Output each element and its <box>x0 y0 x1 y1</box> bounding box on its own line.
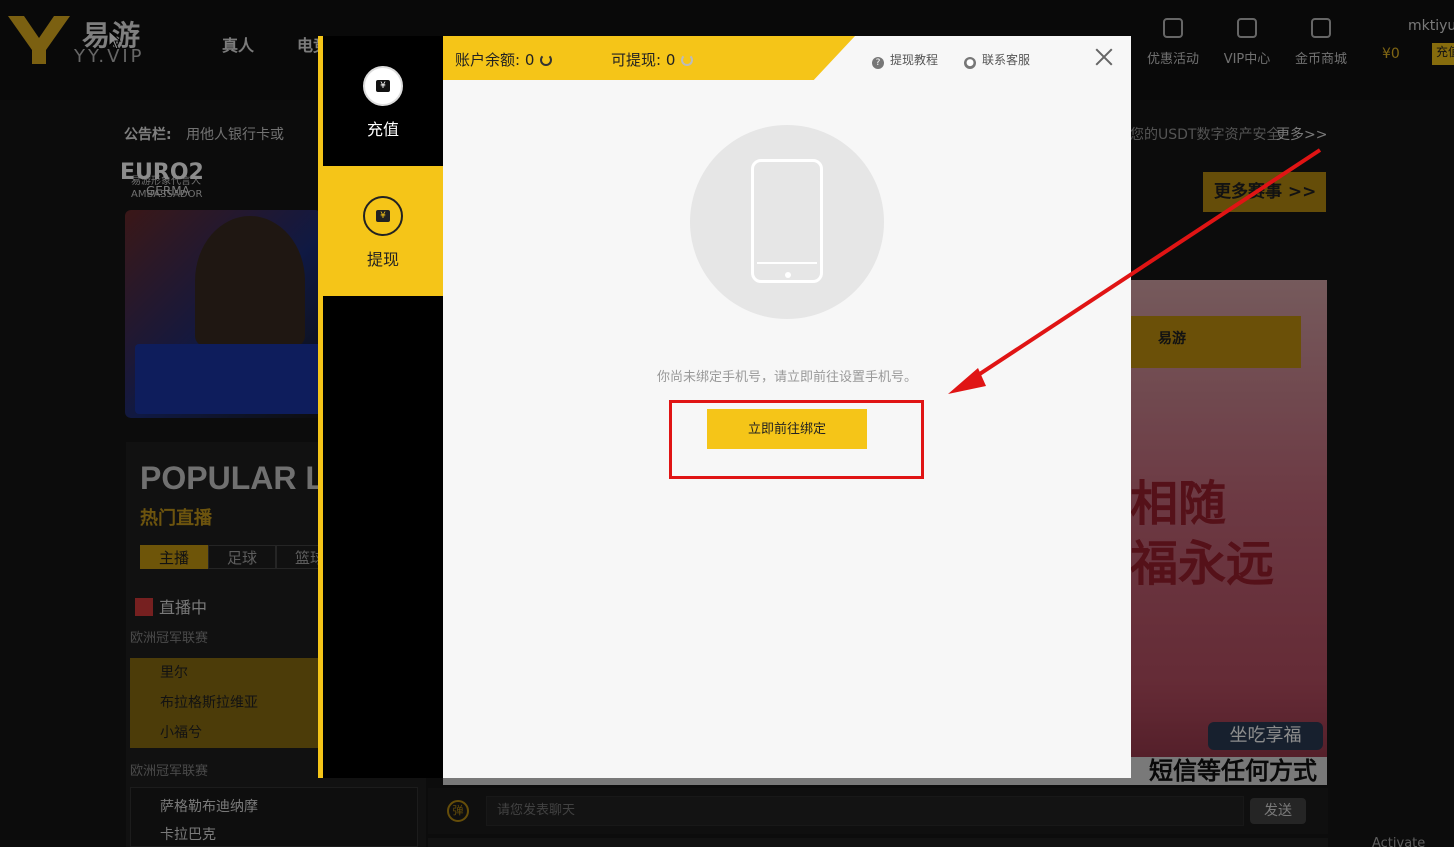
withdraw-icon: ¥ <box>363 196 403 236</box>
phone-screen <box>757 168 817 264</box>
close-icon[interactable] <box>1093 46 1115 68</box>
account-balance: 账户余额: 0 <box>455 49 553 70</box>
sidebar-item-deposit[interactable]: ¥ 充值 <box>323 36 443 166</box>
withdraw-tutorial-link[interactable]: ? 提现教程 <box>872 51 938 69</box>
sidebar-item-withdraw[interactable]: ¥ 提现 <box>323 166 443 296</box>
customer-service-link[interactable]: ● 联系客服 <box>964 51 1030 69</box>
support-icon: ● <box>964 57 976 69</box>
customer-service-label: 联系客服 <box>982 53 1031 67</box>
withdraw-icon-glyph: ¥ <box>376 210 390 222</box>
withdrawable-balance: 可提现: 0 <box>611 49 694 70</box>
refresh-icon[interactable] <box>681 54 694 66</box>
deposit-icon: ¥ <box>363 66 403 106</box>
account-balance-label: 账户余额: 0 <box>455 51 535 69</box>
withdrawable-label: 可提现: 0 <box>611 51 676 69</box>
phone-icon <box>751 159 823 283</box>
question-icon: ? <box>872 57 884 69</box>
sidebar-item-withdraw-label: 提现 <box>366 250 399 269</box>
modal-sidebar: ¥ 充值 ¥ 提现 <box>318 36 443 778</box>
phone-home-button <box>785 272 791 278</box>
modal-header: 账户余额: 0 可提现: 0 ? 提现教程 ● 联系客服 <box>443 36 1131 80</box>
deposit-icon-glyph: ¥ <box>376 80 390 92</box>
withdraw-tutorial-label: 提现教程 <box>890 53 939 67</box>
phone-illustration <box>690 125 884 319</box>
refresh-icon[interactable] <box>540 54 553 66</box>
annotation-highlight-box <box>669 400 924 479</box>
bind-phone-message: 你尚未绑定手机号，请立即前往设置手机号。 <box>656 370 917 385</box>
sidebar-item-deposit-label: 充值 <box>366 120 399 139</box>
